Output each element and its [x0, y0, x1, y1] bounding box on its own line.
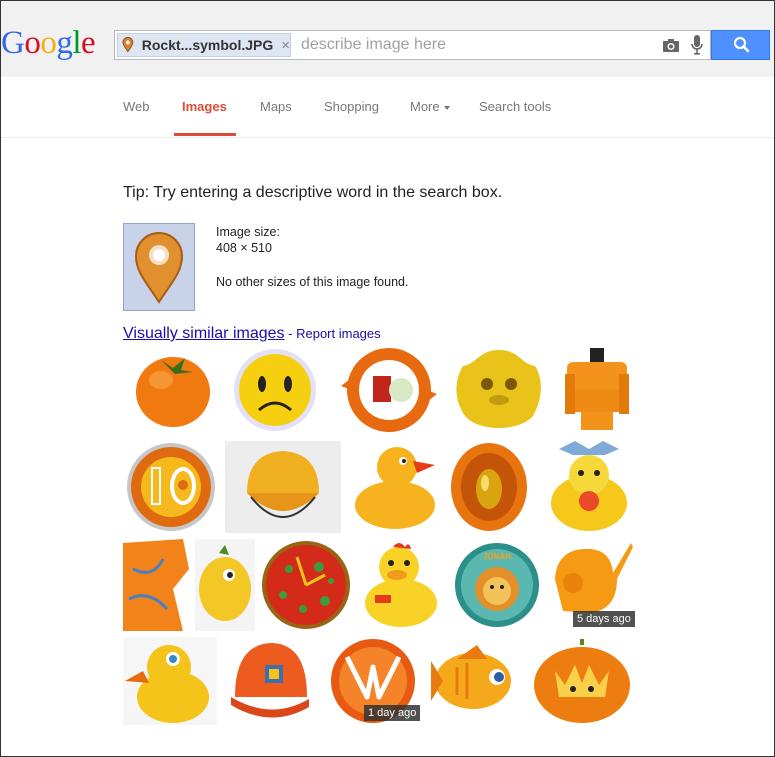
close-icon[interactable]: × — [281, 37, 290, 54]
result-duck-toy[interactable] — [355, 539, 447, 631]
logo-letter: G — [1, 25, 25, 61]
camera-icon[interactable] — [662, 37, 680, 53]
microphone-icon[interactable] — [690, 34, 704, 56]
active-tab-indicator — [174, 133, 236, 136]
logo-letter: g — [56, 25, 73, 61]
other-sizes-text: No other sizes of this image found. — [216, 275, 409, 289]
tab-more-label: More — [410, 99, 440, 114]
location-pin-icon — [134, 232, 184, 304]
result-orange-cap[interactable] — [225, 441, 341, 533]
logo-letter: o — [24, 25, 41, 61]
logo-letter: o — [40, 25, 57, 61]
separator: - — [284, 326, 297, 341]
result-duck-plush[interactable] — [123, 637, 217, 725]
search-button[interactable] — [711, 30, 770, 60]
logo-letter: e — [81, 25, 96, 61]
result-orange-fish[interactable] — [427, 637, 523, 725]
result-ten-badge[interactable] — [123, 441, 219, 533]
tab-shopping[interactable]: Shopping — [324, 99, 379, 114]
image-size-value: 408 × 510 — [216, 241, 272, 255]
visually-similar-link[interactable]: Visually similar images — [123, 325, 285, 342]
tip-text: Tip: Try entering a descriptive word in … — [123, 184, 503, 201]
search-input[interactable] — [301, 35, 631, 55]
result-sad-smiley-face[interactable] — [229, 346, 321, 434]
chip-filename: Rockt...symbol.JPG — [141, 37, 274, 53]
query-image-chip[interactable]: Rockt...symbol.JPG × — [117, 33, 291, 57]
search-nav: Web Images Maps Shopping More Search too… — [1, 77, 774, 138]
result-orange-refresh-icon[interactable] — [337, 346, 441, 434]
result-pumpkin-crown[interactable] — [529, 637, 635, 725]
browser-frame: Google Rockt...symbol.JPG × describe ima… — [0, 0, 775, 757]
google-logo[interactable]: Google — [1, 25, 96, 62]
chevron-down-icon — [443, 105, 450, 110]
result-yellow-plush[interactable] — [195, 539, 255, 631]
result-orange-device[interactable] — [557, 346, 637, 434]
result-golden-egg[interactable] — [449, 441, 529, 533]
tab-search-tools[interactable]: Search tools — [479, 99, 551, 114]
tab-web[interactable]: Web — [123, 99, 150, 114]
result-yellow-flower-face[interactable] — [449, 346, 549, 434]
similar-images-header: Visually similar images - Report images — [123, 325, 381, 343]
report-images-link[interactable]: Report images — [296, 326, 381, 341]
result-jonah-lion-badge[interactable]: JONAH — [453, 539, 541, 631]
result-orange-persimmon[interactable] — [131, 346, 217, 434]
top-bar: Google Rockt...symbol.JPG × — [1, 1, 774, 77]
logo-letter: l — [72, 25, 82, 61]
location-pin-icon — [122, 37, 134, 53]
tab-more[interactable]: More — [410, 99, 450, 114]
result-chick-in-egg[interactable] — [545, 441, 633, 533]
result-rubber-duck[interactable] — [347, 441, 441, 533]
tab-images[interactable]: Images — [182, 99, 227, 114]
tab-maps[interactable]: Maps — [260, 99, 292, 114]
search-icon — [733, 36, 750, 53]
query-image-preview[interactable] — [123, 223, 195, 311]
image-size-label: Image size: — [216, 225, 280, 239]
image-info: Image size: 408 × 510 No other sizes of … — [216, 224, 408, 290]
result-orange-baseball-cap[interactable] — [227, 637, 313, 725]
result-timestamp-badge: 1 day ago — [364, 705, 421, 721]
result-timestamp-badge: 5 days ago — [573, 611, 635, 627]
search-box[interactable]: Rockt...symbol.JPG × — [114, 30, 711, 60]
svg-text:JONAH: JONAH — [483, 552, 511, 561]
result-orange-map[interactable] — [123, 539, 191, 631]
result-pizza-clock[interactable] — [259, 539, 353, 631]
